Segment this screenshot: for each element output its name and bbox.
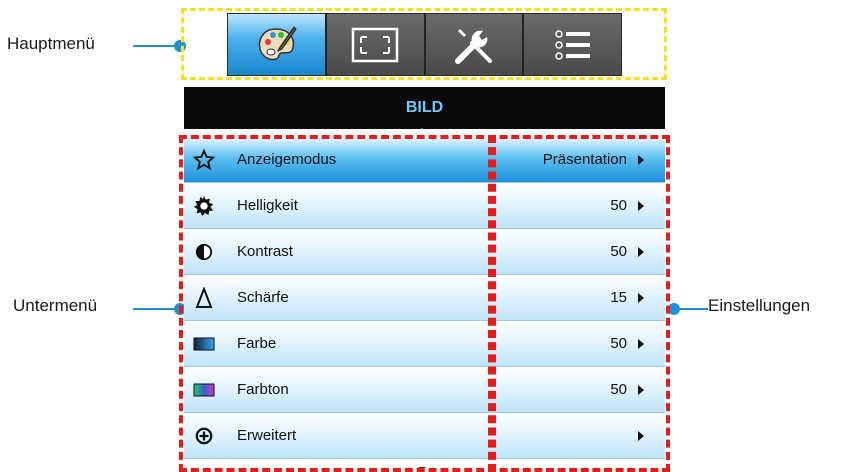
- callout-hauptmenu: Hauptmenü: [7, 34, 95, 53]
- settings-highlight: [488, 135, 670, 472]
- scroll-up-arrow-icon[interactable]: [418, 128, 426, 133]
- page-title: BILD: [405, 99, 444, 116]
- callout-line: [133, 308, 178, 310]
- main-menu-highlight: [181, 8, 667, 80]
- callout-untermenu: Untermenü: [13, 296, 98, 315]
- callout-line: [133, 45, 178, 47]
- callout-einstellungen: Einstellungen: [708, 296, 811, 315]
- submenu-highlight: [179, 135, 496, 472]
- menu-title-bar: BILD: [184, 87, 665, 129]
